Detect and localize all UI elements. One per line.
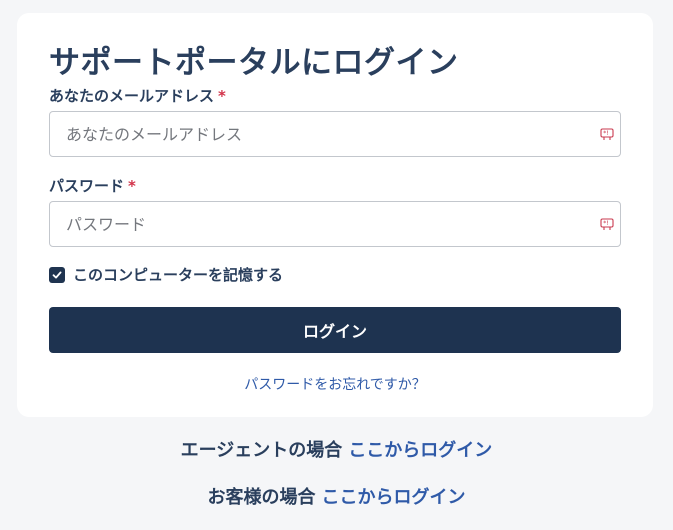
- email-label: あなたのメールアドレス *: [49, 85, 226, 106]
- required-mark: *: [128, 177, 136, 195]
- remember-me[interactable]: このコンピューターを記憶する: [49, 264, 283, 285]
- customer-login-row: お客様の場合 ここからログイン: [0, 483, 673, 509]
- agent-login-link[interactable]: ここからログイン: [348, 440, 492, 461]
- svg-text:*!: *!: [603, 130, 608, 137]
- email-label-text: あなたのメールアドレス: [49, 87, 215, 105]
- required-mark: *: [218, 87, 226, 105]
- password-manager-icon[interactable]: *!: [600, 127, 614, 141]
- login-card: サポートポータルにログイン あなたのメールアドレス* *! パスワード* *! …: [17, 13, 653, 417]
- agent-login-prefix: エージェントの場合: [180, 440, 343, 461]
- check-icon: [52, 271, 62, 278]
- remember-checkbox[interactable]: [49, 266, 65, 283]
- email-field[interactable]: [50, 112, 620, 156]
- forgot-password-row: パスワードをお忘れですか？: [17, 374, 653, 394]
- svg-text:*!: *!: [603, 220, 608, 227]
- password-manager-icon[interactable]: *!: [600, 217, 614, 231]
- password-label: パスワード *: [49, 175, 136, 196]
- login-button[interactable]: ログイン: [49, 307, 621, 353]
- password-field-box: *!: [49, 201, 621, 247]
- page-title: サポートポータルにログイン: [49, 45, 459, 81]
- password-field[interactable]: [50, 202, 620, 246]
- email-field-box: *!: [49, 111, 621, 157]
- forgot-password-link[interactable]: パスワードをお忘れですか？: [244, 377, 426, 393]
- password-label-text: パスワード: [49, 177, 125, 195]
- remember-label: このコンピューターを記憶する: [73, 266, 284, 284]
- customer-login-link[interactable]: ここからログイン: [322, 487, 466, 508]
- customer-login-prefix: お客様の場合: [207, 487, 316, 508]
- agent-login-row: エージェントの場合 ここからログイン: [0, 436, 673, 462]
